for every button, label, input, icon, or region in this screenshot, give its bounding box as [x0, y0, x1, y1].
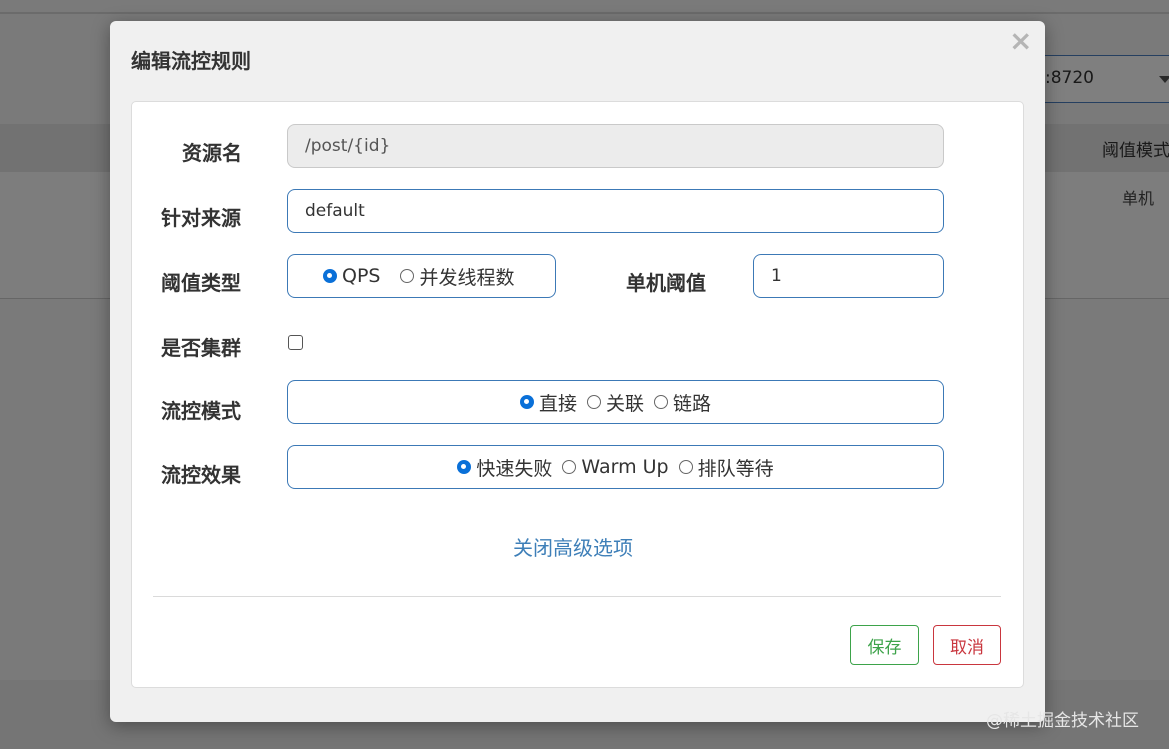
grade-label: 阈值类型	[161, 271, 241, 295]
dialog-form: 资源名 针对来源 阈值类型 QPS 并发线程数 单机阈值 是否集群 流控模式	[131, 101, 1024, 688]
radio-unchecked-icon[interactable]	[678, 460, 693, 474]
footer-divider	[153, 596, 1001, 597]
behavior-option-queue-label: 排队等待	[697, 457, 774, 480]
close-advanced-options-link[interactable]: 关闭高级选项	[513, 532, 633, 561]
cluster-mode-checkbox[interactable]	[288, 335, 303, 350]
control-behavior-radio-group: 快速失败 Warm Up 排队等待	[287, 445, 944, 489]
close-icon[interactable]: ×	[1009, 25, 1032, 57]
limit-app-label: 针对来源	[161, 206, 241, 230]
cluster-mode-label: 是否集群	[161, 336, 241, 360]
behavior-option-queue[interactable]: 排队等待	[678, 454, 774, 481]
strategy-option-chain-label: 链路	[673, 392, 712, 415]
radio-unchecked-icon[interactable]	[400, 269, 415, 283]
behavior-option-warm-up[interactable]: Warm Up	[562, 456, 669, 478]
radio-unchecked-icon[interactable]	[586, 395, 601, 409]
radio-checked-icon[interactable]	[323, 269, 337, 283]
behavior-option-fail-fast[interactable]: 快速失败	[457, 454, 552, 481]
radio-unchecked-icon[interactable]	[562, 460, 577, 474]
grade-option-thread[interactable]: 并发线程数	[400, 263, 515, 290]
grade-option-thread-label: 并发线程数	[419, 266, 515, 289]
dialog-title: 编辑流控规则	[131, 49, 251, 73]
strategy-option-chain[interactable]: 链路	[654, 389, 711, 416]
save-button[interactable]: 保存	[850, 625, 919, 665]
radio-checked-icon[interactable]	[519, 395, 534, 409]
count-label: 单机阈值	[626, 271, 706, 295]
resource-name-input	[287, 124, 944, 168]
behavior-option-fail-fast-label: 快速失败	[476, 457, 553, 480]
grade-radio-group: QPS 并发线程数	[287, 254, 556, 298]
strategy-radio-group: 直接 关联 链路	[287, 380, 944, 424]
radio-unchecked-icon[interactable]	[654, 395, 668, 409]
watermark: @稀土掘金技术社区	[986, 711, 1139, 731]
strategy-option-direct-label: 直接	[538, 392, 577, 415]
count-input[interactable]	[753, 254, 944, 298]
limit-app-input[interactable]	[287, 189, 944, 233]
strategy-option-relate[interactable]: 关联	[586, 389, 644, 416]
edit-flow-rule-dialog: 编辑流控规则 × 资源名 针对来源 阈值类型 QPS 并发线程数 单机阈值 是否…	[110, 21, 1045, 722]
control-behavior-label: 流控效果	[161, 463, 241, 487]
grade-option-qps[interactable]: QPS	[323, 265, 380, 287]
strategy-option-direct[interactable]: 直接	[519, 389, 577, 416]
cancel-button[interactable]: 取消	[933, 625, 1001, 665]
strategy-option-relate-label: 关联	[605, 392, 644, 415]
radio-checked-icon[interactable]	[457, 460, 472, 474]
behavior-option-warm-up-label: Warm Up	[581, 456, 669, 478]
resource-name-label: 资源名	[182, 141, 242, 165]
grade-option-qps-label: QPS	[342, 265, 381, 287]
strategy-label: 流控模式	[161, 399, 241, 423]
